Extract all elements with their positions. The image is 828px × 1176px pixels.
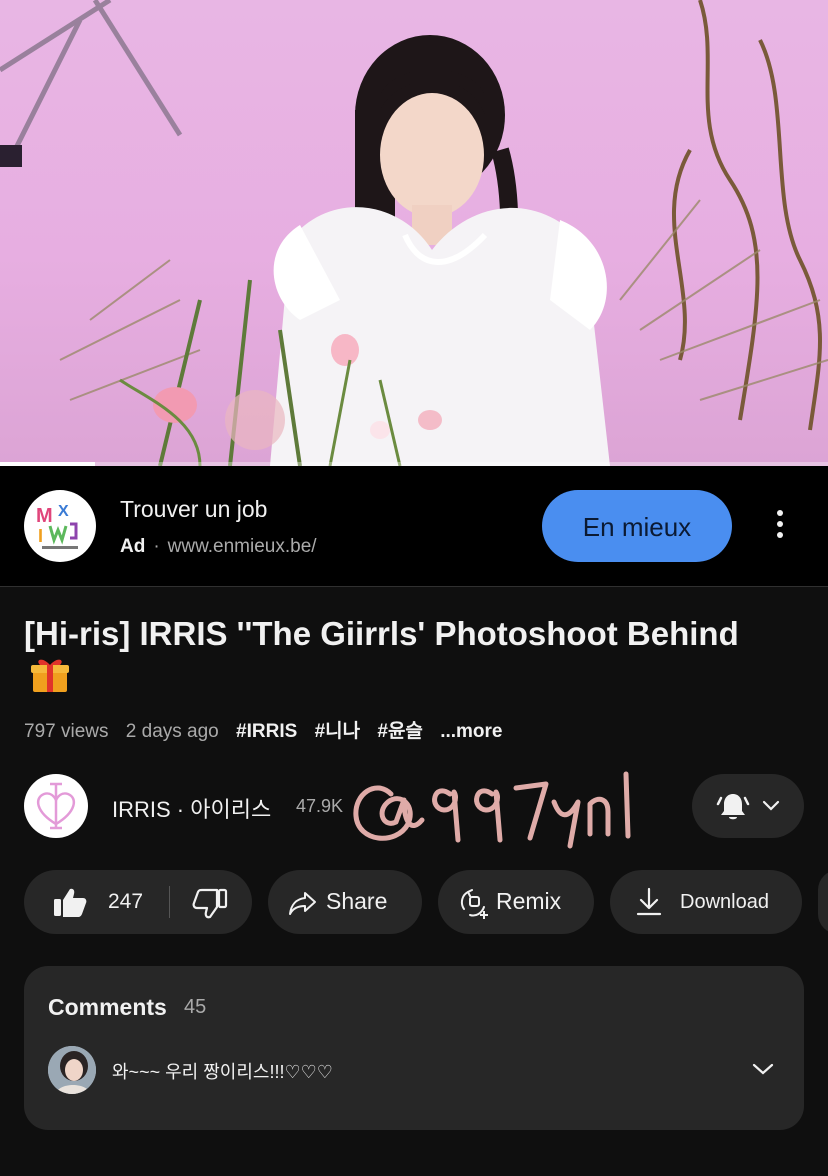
download-button[interactable]: Download: [610, 870, 802, 934]
notification-bell-button[interactable]: [692, 774, 804, 838]
remix-icon: [460, 889, 488, 919]
view-count: 797 views: [24, 721, 109, 742]
hashtag-irris[interactable]: #IRRIS: [236, 721, 297, 742]
ad-separator: ·: [153, 536, 160, 557]
comments-heading: Comments: [48, 994, 167, 1020]
channel-name[interactable]: IRRIS · 아이리스: [112, 792, 271, 824]
download-label: Download: [680, 891, 769, 913]
video-player[interactable]: [0, 0, 828, 466]
like-dislike-group: 247: [24, 870, 252, 934]
upload-age: 2 days ago: [125, 721, 219, 742]
share-button[interactable]: Share: [268, 870, 422, 934]
video-meta[interactable]: 797 views 2 days ago #IRRIS #니나 #윤슬 ...m…: [24, 716, 515, 743]
subscriber-count: 47.9K: [296, 796, 344, 816]
more-actions-button[interactable]: [818, 870, 828, 934]
share-label: Share: [326, 888, 388, 914]
svg-text:X: X: [58, 503, 69, 520]
share-icon: [289, 892, 316, 915]
like-divider: [169, 886, 170, 918]
hashtag-nina[interactable]: #니나: [315, 721, 361, 742]
ad-banner[interactable]: M X I Trouver un job Ad · www.enmieux.be/ …: [0, 466, 828, 587]
ad-meta: Ad · www.enmieux.be/: [120, 536, 317, 558]
ad-logo: M X I: [24, 490, 96, 562]
video-frame: [0, 0, 828, 466]
expand-comments-icon[interactable]: [752, 1062, 774, 1076]
svg-text:I: I: [38, 526, 43, 546]
svg-text:M: M: [36, 505, 53, 527]
ad-cta-button[interactable]: En mieux: [542, 490, 732, 562]
hashtag-yunseul[interactable]: #윤슬: [377, 721, 423, 742]
channel-avatar[interactable]: [24, 774, 88, 838]
comments-panel[interactable]: Comments 45 와~~~ 우리 짱이리스!!!♡♡♡: [24, 966, 804, 1130]
description-more-link[interactable]: ...more: [440, 721, 502, 742]
like-icon[interactable]: [52, 886, 88, 918]
dislike-icon[interactable]: [192, 888, 228, 920]
download-icon: [636, 887, 662, 916]
commenter-avatar: [48, 1046, 96, 1094]
comments-count: 45: [184, 996, 207, 1018]
ad-title[interactable]: Trouver un job: [120, 496, 267, 523]
chevron-down-icon: [762, 800, 780, 811]
watermark-handwriting: [353, 771, 631, 849]
ad-badge: Ad: [120, 536, 146, 557]
remix-label: Remix: [496, 888, 562, 914]
gift-icon: [30, 656, 70, 704]
ad-url: www.enmieux.be/: [167, 536, 317, 557]
top-comment-text: 와~~~ 우리 짱이리스!!!♡♡♡: [112, 1062, 333, 1082]
video-title-text: [Hi-ris] IRRIS ''The Giirrls' Photoshoot…: [24, 615, 739, 652]
more-options-icon[interactable]: [766, 506, 794, 546]
bell-icon: [716, 794, 750, 820]
video-title[interactable]: [Hi-ris] IRRIS ''The Giirrls' Photoshoot…: [24, 612, 784, 704]
remix-button[interactable]: Remix: [438, 870, 594, 934]
like-count: 247: [108, 890, 144, 913]
